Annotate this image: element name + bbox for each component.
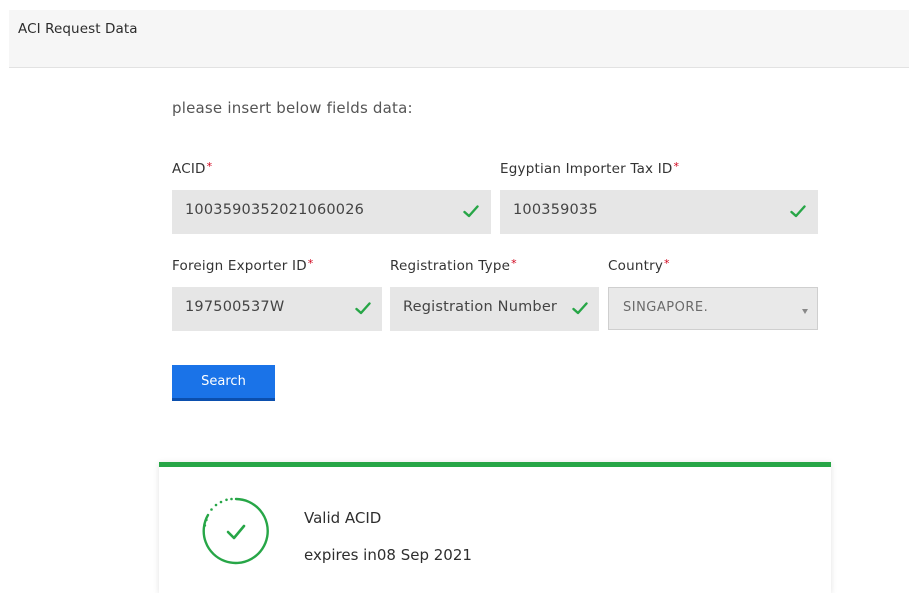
foreign-exporter-id-label-text: Foreign Exporter ID [172,258,307,274]
required-marker: * [206,160,213,173]
registration-type-input[interactable]: Registration Number [390,287,599,331]
acid-input[interactable]: 1003590352021060026 [172,190,491,234]
result-expiry: expires in08 Sep 2021 [304,546,472,564]
required-marker: * [664,257,670,270]
foreign-exporter-id-label: Foreign Exporter ID* [172,257,314,274]
importer-tax-id-input[interactable]: 100359035 [500,190,818,234]
required-marker: * [511,257,517,270]
page-header: ACI Request Data [9,10,909,68]
form-instruction: please insert below fields data: [172,99,413,117]
country-label: Country* [608,257,670,274]
check-circle-icon [202,497,269,565]
valid-check-icon [463,205,479,218]
registration-type-input-value[interactable]: Registration Number [403,299,557,315]
country-select-value[interactable]: SINGAPORE. [623,300,708,315]
importer-tax-id-input-value[interactable]: 100359035 [513,202,598,218]
required-marker: * [307,257,314,270]
country-select[interactable]: SINGAPORE. [608,287,818,330]
required-marker: * [673,160,680,173]
result-card: Valid ACID expires in08 Sep 2021 [159,462,831,593]
valid-check-icon [572,302,588,315]
valid-check-icon [790,205,806,218]
registration-type-label: Registration Type* [390,257,517,274]
importer-tax-id-label-text: Egyptian Importer Tax ID [500,161,673,177]
acid-label-text: ACID [172,161,206,177]
search-button[interactable]: Search [172,365,275,401]
dropdown-arrow-icon[interactable] [802,309,808,314]
country-label-text: Country [608,258,664,274]
acid-input-value[interactable]: 1003590352021060026 [185,202,364,218]
importer-tax-id-label: Egyptian Importer Tax ID* [500,160,680,177]
acid-label: ACID* [172,160,213,177]
result-status: Valid ACID [304,509,382,527]
foreign-exporter-id-input[interactable]: 197500537W [172,287,382,331]
registration-type-label-text: Registration Type [390,258,511,274]
foreign-exporter-id-input-value[interactable]: 197500537W [185,299,284,315]
valid-check-icon [355,302,371,315]
page-title: ACI Request Data [18,21,138,37]
